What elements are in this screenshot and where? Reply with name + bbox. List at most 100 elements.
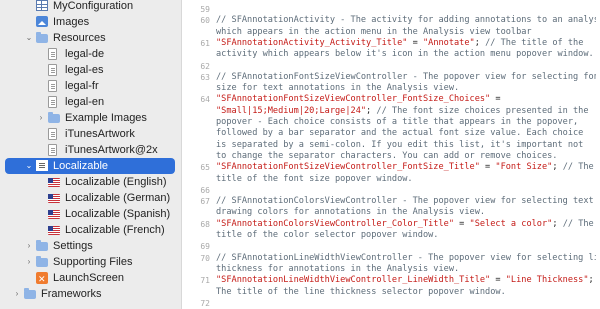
code-line[interactable]: // SFAnnotationFontSizeViewController - … [216,72,596,83]
code-line[interactable]: activity which appears below it's icon i… [216,49,596,60]
navigator-item-label: Frameworks [41,288,102,300]
code-line[interactable]: popover - Each choice consists of a titl… [216,117,596,128]
code-line[interactable]: size for text annotations in the Analysi… [216,83,596,94]
code-line[interactable]: drawing colors for annotations in the An… [216,207,596,218]
navigator-item[interactable]: › Settings [0,238,181,254]
navigator-item[interactable]: iTunesArtwork@2x [0,142,181,158]
code-token-eq: ; // [588,275,596,286]
navigator-item[interactable]: MyConfiguration [0,0,181,14]
navigator-item-label: Resources [53,32,106,44]
navigator-item[interactable]: Localizable (French) [0,222,181,238]
line-number: 61 [200,38,210,48]
flag-icon [48,178,60,187]
code-token-comment: // SFAnnotationFontSizeViewController - … [216,71,596,82]
code-line[interactable]: "SFAnnotationFontSizeViewController_Font… [216,162,596,173]
navigator-item-label: MyConfiguration [53,0,134,12]
code-token-comment: // The title of the [485,37,584,48]
code-line[interactable]: // SFAnnotationActivity - The activity f… [216,15,596,26]
navigator-item[interactable]: › Example Images [0,110,181,126]
code-line[interactable]: "SFAnnotationLineWidthViewController_Lin… [216,275,596,286]
navigator-item[interactable]: legal-de [0,46,181,62]
disclosure-collapsed-icon[interactable]: › [36,110,46,126]
code-token-comment: // SFAnnotationColorsViewController - Th… [216,196,596,207]
code-line[interactable]: which appears in the action menu in the … [216,27,596,38]
code-token-comment: popover - Each choice consists of a titl… [216,117,579,127]
code-line[interactable]: The title of the line thickness selector… [216,287,596,298]
code-token-eq: ; [474,37,486,48]
navigator-item[interactable]: Localizable (Spanish) [0,206,181,222]
navigator-item-label: LaunchScreen [53,272,124,284]
flag-icon [48,194,60,203]
file-icon [48,96,57,108]
file-icon [48,144,57,156]
code-token-comment: followed by a bar separator and the actu… [216,128,584,139]
navigator-item-label: Settings [53,240,93,252]
navigator-item[interactable]: legal-en [0,94,181,110]
code-line[interactable]: // SFAnnotationLineWidthViewController -… [216,253,596,264]
code-token-comment: // The font size choices presented in th… [376,105,589,116]
disclosure-expanded-icon[interactable]: ⌄ [24,30,34,46]
disclosure-collapsed-icon[interactable]: › [24,238,34,254]
file-icon [48,48,57,60]
navigator-item[interactable]: Images [0,14,181,30]
code-token-comment: size for text annotations in the Analysi… [216,83,460,94]
folder-icon [36,32,48,43]
line-number: 63 [200,72,210,82]
disclosure-expanded-icon[interactable]: ⌄ [24,158,34,174]
code-token-comment: to change the separator characters. You … [216,150,558,161]
navigator-item[interactable]: ⌄ Localizable [5,158,175,174]
code-token-value: "Select a color" [469,218,553,229]
code-line[interactable]: "Small|15;Medium|20;Large|24"; // The fo… [216,106,596,117]
table-icon [36,0,48,11]
code-line[interactable]: title of the font size popover window. [216,174,596,185]
code-token-comment: title of the color selector popover wind… [216,230,439,240]
code-line[interactable]: title of the color selector popover wind… [216,230,596,241]
code-token-value: "Small|15;Medium|20;Large|24" [216,105,367,116]
line-number: 66 [200,185,210,195]
code-token-comment: // SFAnnotationLineWidthViewController -… [216,252,596,263]
code-token-key: "SFAnnotationActivity_Activity_Title" [216,37,408,48]
line-number: 60 [200,16,210,26]
code-token-value: "Annotate" [422,37,475,48]
navigator-item[interactable]: legal-es [0,62,181,78]
code-line[interactable]: // SFAnnotationColorsViewController - Th… [216,196,596,207]
code-token-comment: is separated by a semi-colon. If you edi… [216,139,584,150]
code-line[interactable]: followed by a bar separator and the actu… [216,128,596,139]
code-line[interactable]: to change the separator characters. You … [216,151,596,162]
navigator-item[interactable]: Localizable (English) [0,174,181,190]
flag-icon [48,210,60,219]
navigator-item-label: legal-de [65,48,105,60]
navigator-item-label: Localizable [53,160,109,172]
disclosure-collapsed-icon[interactable]: › [24,254,34,270]
folder-icon [36,240,48,251]
navigator-item[interactable]: Localizable (German) [0,190,181,206]
code-line[interactable]: "SFAnnotationActivity_Activity_Title" = … [216,38,596,49]
navigator-item-label: legal-en [65,96,105,108]
code-line[interactable]: "SFAnnotationFontSizeViewController_Font… [216,94,596,105]
code-line[interactable]: is separated by a semi-colon. If you edi… [216,140,596,151]
file-icon [48,80,57,92]
navigator-item-label: iTunesArtwork [65,128,135,140]
line-number: 62 [200,61,210,71]
navigator-item[interactable]: › Supporting Files [0,254,181,270]
navigator-item[interactable]: LaunchScreen [0,270,181,287]
navigator-item-label: Supporting Files [53,256,133,268]
navigator-item-label: Localizable (English) [65,176,167,188]
code-token-eq: ; [366,105,377,116]
navigator-item[interactable]: › Frameworks [0,286,181,302]
line-number: 59 [200,5,210,14]
navigator-item[interactable]: ⌄ Resources [0,30,181,46]
line-number: 67 [200,197,210,207]
code-token-key: "SFAnnotationFontSizeViewController_Font… [216,162,480,173]
code-token-comment: drawing colors for annotations in the An… [216,207,486,218]
code-token-comment: // SFAnnotationActivity - The activity f… [216,15,596,26]
flag-icon [48,226,60,235]
disclosure-collapsed-icon[interactable]: › [12,286,22,302]
code-token-eq: = [490,94,501,105]
code-editor[interactable]: 59 60 // SFAnnotationActivity - The activi… [182,0,600,309]
code-line[interactable]: "SFAnnotationColorsViewController_Color_… [216,219,596,230]
navigator-item[interactable]: legal-fr [0,78,181,94]
code-line[interactable]: thickness for annotations in the Analysi… [216,264,596,275]
navigator-item[interactable]: iTunesArtwork [0,126,181,142]
code-token-value: "Font Size" [495,162,553,173]
